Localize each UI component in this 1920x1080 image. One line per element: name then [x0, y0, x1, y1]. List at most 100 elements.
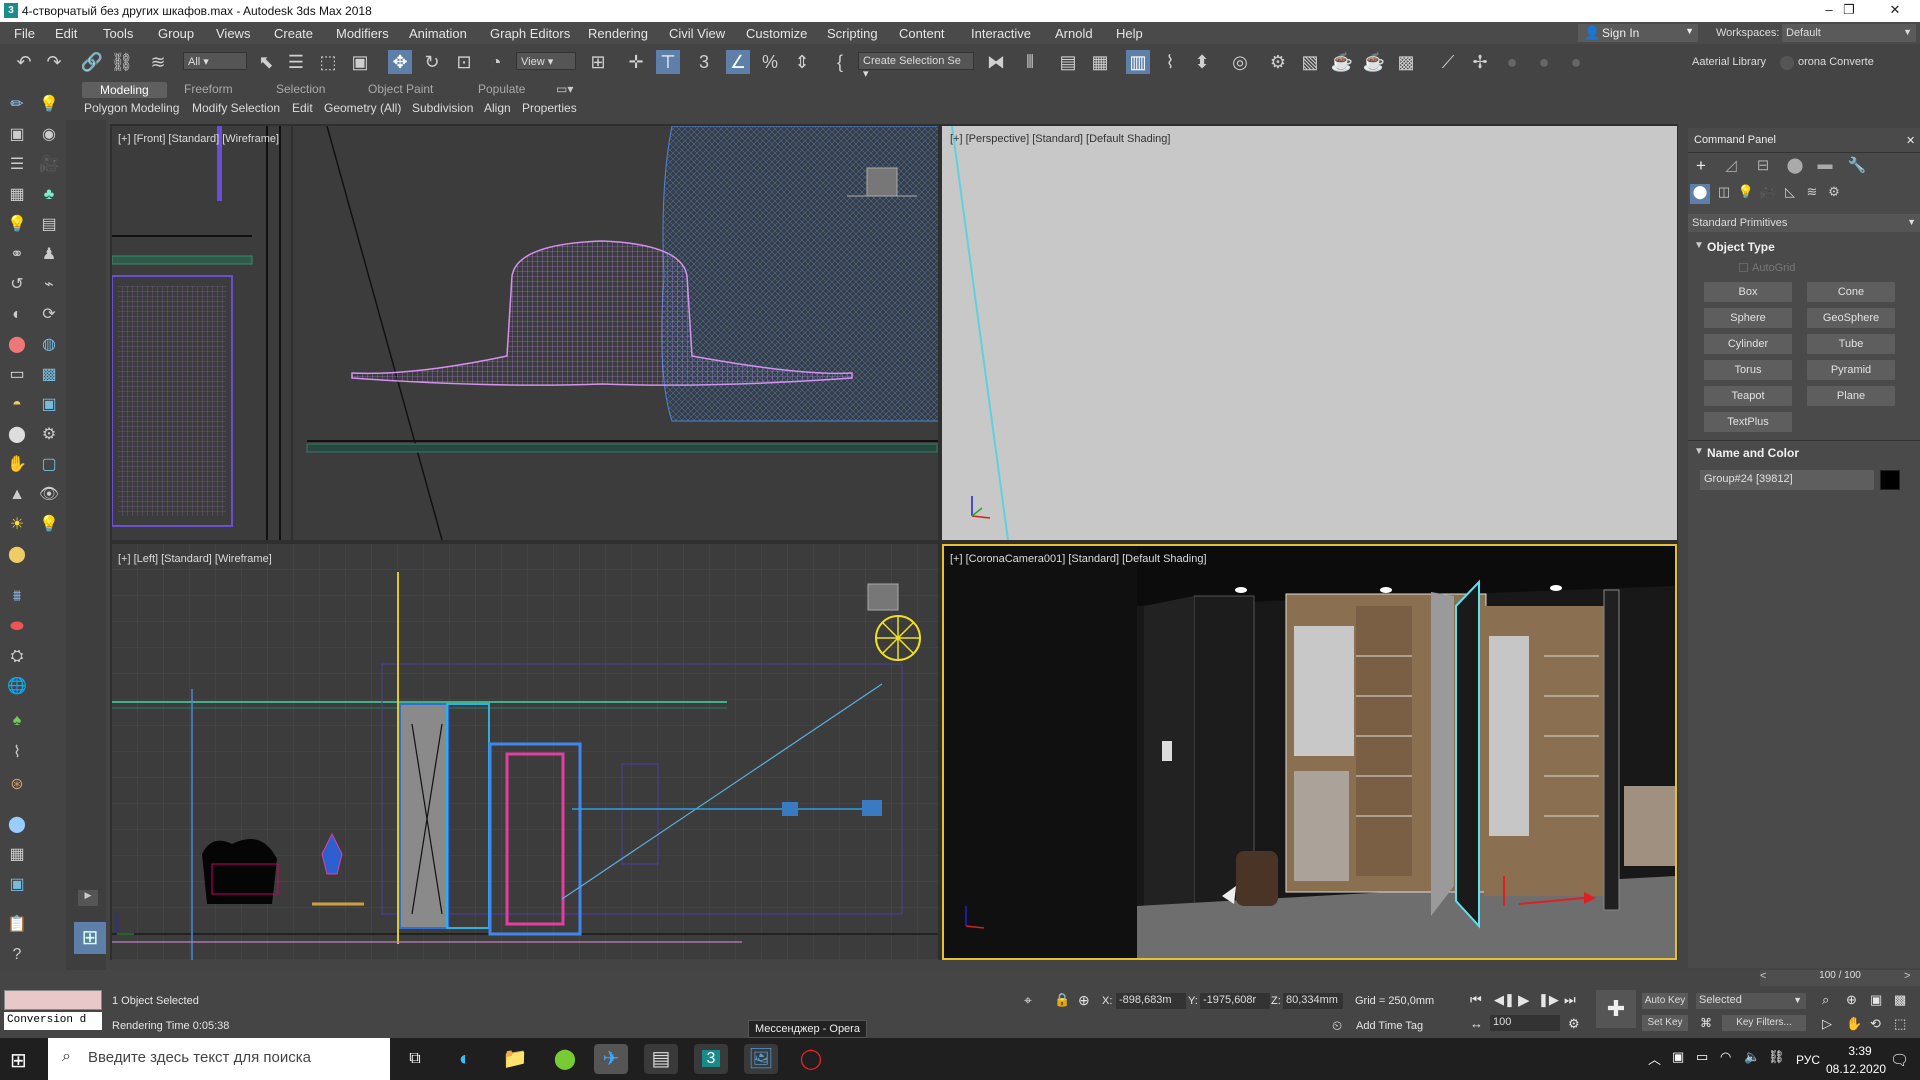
create-icon[interactable]: ✏: [6, 94, 28, 116]
percent-snap-icon[interactable]: %: [758, 50, 782, 74]
close-button[interactable]: ✕: [1872, 0, 1918, 22]
pivot-center-icon[interactable]: ⊞: [586, 50, 610, 74]
bind-space-warp-icon[interactable]: ≋: [146, 50, 170, 74]
menu-tools[interactable]: Tools: [103, 26, 133, 41]
absolute-mode-icon[interactable]: ⊕: [1078, 992, 1090, 1009]
mirror-icon[interactable]: ⧓: [984, 50, 1008, 74]
menu-content[interactable]: Content: [899, 26, 945, 41]
render-region-icon[interactable]: ▩: [1394, 50, 1418, 74]
expand-layout-icon[interactable]: ▶: [78, 890, 98, 906]
set-key-plus-icon[interactable]: ✚: [1596, 990, 1636, 1028]
clock-time[interactable]: 3:39: [1838, 1044, 1882, 1058]
window-tool-icon[interactable]: ▭: [6, 364, 28, 386]
frame-tool-icon[interactable]: ▣: [38, 394, 60, 416]
viewport-layout-icon[interactable]: ⊞: [74, 922, 106, 954]
create-tab-icon[interactable]: +: [1690, 156, 1712, 178]
stairs-tool-icon[interactable]: ⩩: [6, 586, 28, 608]
add-time-tag[interactable]: Add Time Tag: [1356, 1020, 1423, 1032]
collapse-icon[interactable]: ▼: [1694, 446, 1704, 457]
material-tool-icon[interactable]: ⬤: [6, 334, 28, 356]
go-to-end-icon[interactable]: ⏭: [1564, 992, 1576, 1008]
key-mode-icon[interactable]: ↔: [1470, 1016, 1483, 1031]
opera-icon[interactable]: ◯: [794, 1044, 828, 1074]
render-production-icon[interactable]: ☕: [1330, 50, 1354, 74]
material-library-button[interactable]: Aaterial Library: [1692, 56, 1766, 68]
torus-button[interactable]: Torus: [1704, 360, 1792, 380]
render-iterative-icon[interactable]: ☕: [1362, 50, 1386, 74]
time-slider[interactable]: 100 / 100: [1760, 970, 1920, 986]
curve-editor-icon[interactable]: ⌇: [1158, 50, 1182, 74]
toggle-ribbon-icon[interactable]: ▥: [1126, 50, 1150, 74]
link-icon[interactable]: 🔗: [80, 50, 104, 74]
rendered-frame-window-icon[interactable]: ▧: [1298, 50, 1322, 74]
menu-help[interactable]: Help: [1116, 26, 1143, 41]
keyboard-shortcut-override-icon[interactable]: ⊤: [656, 50, 680, 74]
cone-tool-icon[interactable]: ▲: [6, 484, 28, 506]
spinner-snap-icon[interactable]: ⇕: [790, 50, 814, 74]
named-selection-dropdown[interactable]: Create Selection Se ▾: [858, 52, 974, 80]
orbit-tool-icon[interactable]: ◐: [6, 304, 28, 326]
key-filters-button[interactable]: Key Filters...: [1722, 1015, 1806, 1031]
helpers-icon[interactable]: ◺: [1780, 184, 1800, 204]
select-by-name-icon[interactable]: ☰: [284, 50, 308, 74]
corona-add-icon[interactable]: ✢: [1468, 50, 1492, 74]
wifi-icon[interactable]: ◠: [1720, 1049, 1731, 1065]
geosphere-button[interactable]: GeoSphere: [1807, 308, 1895, 328]
plane-button[interactable]: Plane: [1807, 386, 1895, 406]
menu-file[interactable]: File: [14, 26, 35, 41]
tray-app-icon[interactable]: ▣: [1672, 1049, 1684, 1065]
sphere-blue-icon[interactable]: ⬤: [6, 814, 28, 836]
hf-tool-icon[interactable]: ⌇: [6, 742, 28, 764]
align-icon[interactable]: ⫴: [1018, 50, 1042, 74]
chevron-left-icon[interactable]: <: [1760, 970, 1766, 982]
lights-icon[interactable]: 💡: [1736, 184, 1756, 204]
chevron-right-icon[interactable]: >: [1904, 970, 1910, 982]
modify-tab-icon[interactable]: ◿: [1720, 156, 1742, 178]
calculator-icon[interactable]: ▤: [644, 1044, 678, 1074]
rotate-tool-icon[interactable]: ↺: [6, 274, 28, 296]
menu-scripting[interactable]: Scripting: [827, 26, 878, 41]
3dsmax-taskbar-icon[interactable]: 3: [694, 1044, 728, 1074]
pyramid-button[interactable]: Pyramid: [1807, 360, 1895, 380]
teapot-button[interactable]: Teapot: [1704, 386, 1792, 406]
z-coordinate-field[interactable]: 80,334mm: [1283, 993, 1343, 1009]
zoom-extents-all-icon[interactable]: ▩: [1894, 992, 1906, 1008]
sphere-button[interactable]: Sphere: [1704, 308, 1792, 328]
ribbon-tab-selection[interactable]: Selection: [276, 82, 325, 96]
reference-coordinate-dropdown[interactable]: View ▾: [516, 52, 576, 70]
close-icon[interactable]: ✕: [1906, 134, 1915, 147]
ribbon-panel-geometry[interactable]: Geometry (All): [324, 101, 401, 115]
menu-customize[interactable]: Customize: [746, 26, 807, 41]
menu-animation[interactable]: Animation: [409, 26, 467, 41]
path-tool-icon[interactable]: ⌁: [38, 274, 60, 296]
wood-tool-icon[interactable]: ⊛: [6, 774, 28, 796]
hierarchy-tab-icon[interactable]: ⊟: [1752, 156, 1774, 178]
shapes-icon[interactable]: ◫: [1714, 184, 1734, 204]
ribbon-tab-freeform[interactable]: Freeform: [184, 82, 233, 96]
set-key-button[interactable]: Set Key: [1642, 1015, 1688, 1031]
cameras-icon[interactable]: 🎥: [1758, 184, 1778, 204]
utorrent-icon[interactable]: ⬤: [548, 1044, 582, 1074]
stand-tool-icon[interactable]: ⛭: [6, 646, 28, 668]
input-language[interactable]: РУС: [1796, 1053, 1820, 1067]
object-name-field[interactable]: Group#24 [39812]: [1700, 470, 1874, 490]
blob-tool-icon[interactable]: ◍: [38, 334, 60, 356]
x-coordinate-field[interactable]: -898,683m: [1116, 993, 1186, 1009]
box-tool-icon[interactable]: ▢: [38, 454, 60, 476]
dot-tool-icon[interactable]: ⬤: [6, 424, 28, 446]
select-and-scale-icon[interactable]: ⊡: [452, 50, 476, 74]
collapse-icon[interactable]: ▼: [1694, 240, 1704, 251]
orbit-icon[interactable]: ⟲: [1870, 1016, 1881, 1032]
restore-button[interactable]: ❐: [1826, 0, 1872, 22]
refresh-tool-icon[interactable]: ⟳: [38, 304, 60, 326]
key-mode-select[interactable]: Selected ▼: [1696, 993, 1806, 1009]
go-to-start-icon[interactable]: ⏮: [1470, 992, 1482, 1008]
gear-tool-icon[interactable]: ⚙: [38, 424, 60, 446]
object-type-heading[interactable]: Object Type: [1707, 240, 1775, 254]
viewport-label-perspective[interactable]: [+] [Perspective] [Standard] [Default Sh…: [950, 133, 1170, 145]
viewport-front[interactable]: [+] [Front] [Standard] [Wireframe]: [112, 126, 938, 540]
volume-icon[interactable]: 🔈: [1744, 1049, 1760, 1065]
y-coordinate-field[interactable]: -1975,608r: [1200, 993, 1270, 1009]
pill-tool-icon[interactable]: ⬬: [6, 616, 28, 638]
menu-arnold[interactable]: Arnold: [1055, 26, 1093, 41]
